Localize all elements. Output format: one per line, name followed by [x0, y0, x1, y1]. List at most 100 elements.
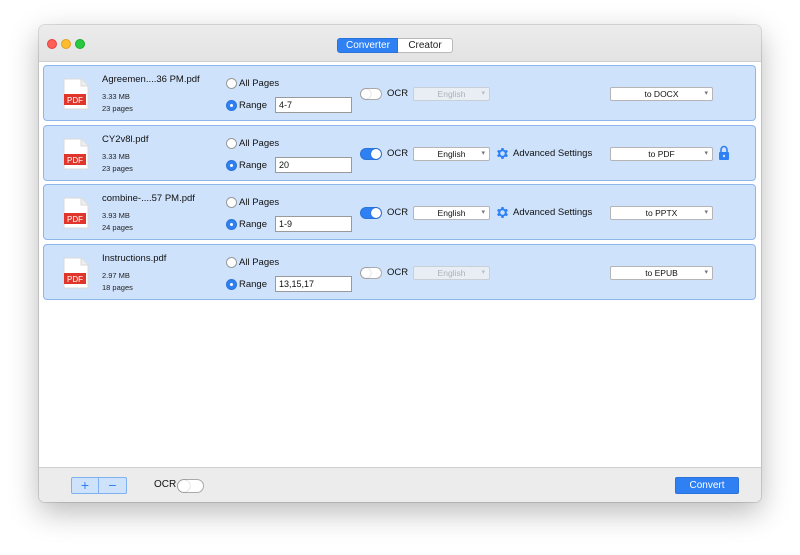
pdf-icon-text: PDF — [67, 156, 83, 165]
range-radio[interactable] — [226, 279, 237, 290]
file-row[interactable]: PDF combine-....57 PM.pdf 3.93 MB 24 pages A… — [43, 184, 756, 240]
range-label: Range — [239, 100, 267, 111]
pdf-icon-text: PDF — [67, 96, 83, 105]
page-range-input[interactable]: 4-7 — [275, 97, 352, 113]
toggle-knob — [371, 208, 381, 218]
pdf-file-icon: PDF — [63, 138, 89, 170]
maximize-window-button[interactable] — [75, 39, 85, 49]
output-format-select[interactable]: to DOCX ▾ — [610, 87, 713, 101]
page-range-input[interactable]: 20 — [275, 157, 352, 173]
ocr-label: OCR — [387, 88, 409, 99]
bottom-toolbar: + − OCR Convert — [39, 467, 761, 502]
all-pages-radio[interactable] — [226, 138, 237, 149]
close-window-button[interactable] — [47, 39, 57, 49]
lock-icon[interactable] — [718, 145, 730, 161]
chevron-down-icon: ▾ — [704, 150, 708, 157]
output-format-select[interactable]: to PPTX ▾ — [610, 206, 713, 220]
chevron-down-icon: ▾ — [481, 209, 485, 216]
file-row[interactable]: PDF Agreemen....36 PM.pdf 3.33 MB 23 pages A… — [43, 65, 756, 121]
output-format-select[interactable]: to PDF ▾ — [610, 147, 713, 161]
file-size: 2.97 MB — [102, 271, 130, 280]
chevron-down-icon: ▾ — [704, 269, 708, 276]
range-label: Range — [239, 160, 267, 171]
ocr-language-select: English ▾ — [413, 266, 490, 280]
file-page-count: 24 pages — [102, 223, 133, 232]
gear-icon[interactable] — [495, 205, 510, 220]
convert-button[interactable]: Convert — [675, 477, 739, 494]
ocr-label: OCR — [387, 148, 409, 159]
add-remove-control: + − — [71, 477, 127, 494]
file-size: 3.93 MB — [102, 211, 130, 220]
app-window: Converter Creator PDF Agreemen....36 PM.p… — [39, 25, 761, 502]
all-pages-label: All Pages — [239, 138, 280, 149]
pdf-file-icon: PDF — [63, 78, 89, 110]
output-format-value: to DOCX — [644, 89, 679, 99]
toggle-knob — [361, 89, 371, 99]
gear-icon[interactable] — [495, 146, 510, 161]
advanced-settings-link[interactable]: Advanced Settings — [513, 207, 592, 218]
all-pages-label: All Pages — [239, 257, 280, 268]
output-format-value: to PPTX — [645, 208, 678, 218]
page-range-input[interactable]: 13,15,17 — [275, 276, 352, 292]
pdf-icon-text: PDF — [67, 275, 83, 284]
chevron-down-icon: ▾ — [704, 90, 708, 97]
range-label: Range — [239, 279, 267, 290]
advanced-settings-link[interactable]: Advanced Settings — [513, 148, 592, 159]
minimize-window-button[interactable] — [61, 39, 71, 49]
pdf-file-icon: PDF — [63, 257, 89, 289]
all-pages-label: All Pages — [239, 78, 280, 89]
file-name: CY2v8l.pdf — [102, 134, 149, 145]
chevron-down-icon: ▾ — [481, 150, 485, 157]
all-pages-radio[interactable] — [226, 257, 237, 268]
file-page-count: 18 pages — [102, 283, 133, 292]
mode-segmented-control: Converter Creator — [337, 38, 453, 53]
range-label: Range — [239, 219, 267, 230]
file-row[interactable]: PDF CY2v8l.pdf 3.33 MB 23 pages All Pages Ran… — [43, 125, 756, 181]
ocr-toggle[interactable] — [360, 148, 382, 160]
file-name: Instructions.pdf — [102, 253, 167, 264]
ocr-language-value: English — [437, 89, 466, 99]
range-radio[interactable] — [226, 219, 237, 230]
file-page-count: 23 pages — [102, 104, 133, 113]
ocr-label: OCR — [387, 267, 409, 278]
file-row[interactable]: PDF Instructions.pdf 2.97 MB 18 pages All Pa… — [43, 244, 756, 300]
all-pages-label: All Pages — [239, 197, 280, 208]
ocr-toggle[interactable] — [360, 88, 382, 100]
tab-converter[interactable]: Converter — [337, 38, 398, 53]
pdf-file-icon: PDF — [63, 197, 89, 229]
toggle-knob — [371, 149, 381, 159]
global-ocr-label: OCR — [154, 479, 177, 490]
ocr-toggle[interactable] — [360, 267, 382, 279]
ocr-language-select[interactable]: English ▾ — [413, 206, 490, 220]
toggle-knob — [361, 268, 371, 278]
toggle-knob — [178, 480, 190, 492]
page-range-input[interactable]: 1-9 — [275, 216, 352, 232]
output-format-select[interactable]: to EPUB ▾ — [610, 266, 713, 280]
ocr-language-value: English — [437, 268, 466, 278]
remove-file-button[interactable]: − — [99, 478, 126, 493]
ocr-language-value: English — [437, 149, 466, 159]
chevron-down-icon: ▾ — [704, 209, 708, 216]
range-radio[interactable] — [226, 100, 237, 111]
file-name: Agreemen....36 PM.pdf — [102, 74, 200, 85]
file-size: 3.33 MB — [102, 152, 130, 161]
ocr-language-select[interactable]: English ▾ — [413, 147, 490, 161]
all-pages-radio[interactable] — [226, 78, 237, 89]
ocr-label: OCR — [387, 207, 409, 218]
file-size: 3.33 MB — [102, 92, 130, 101]
output-format-value: to EPUB — [645, 268, 678, 278]
global-ocr-toggle[interactable] — [177, 479, 204, 493]
title-bar: Converter Creator — [39, 25, 761, 62]
tab-creator[interactable]: Creator — [398, 38, 453, 53]
range-radio[interactable] — [226, 160, 237, 171]
pdf-icon-text: PDF — [67, 215, 83, 224]
chevron-down-icon: ▾ — [481, 90, 485, 97]
file-name: combine-....57 PM.pdf — [102, 193, 195, 204]
ocr-language-value: English — [437, 208, 466, 218]
output-format-value: to PDF — [648, 149, 675, 159]
all-pages-radio[interactable] — [226, 197, 237, 208]
ocr-language-select: English ▾ — [413, 87, 490, 101]
chevron-down-icon: ▾ — [481, 269, 485, 276]
add-file-button[interactable]: + — [72, 478, 100, 493]
ocr-toggle[interactable] — [360, 207, 382, 219]
